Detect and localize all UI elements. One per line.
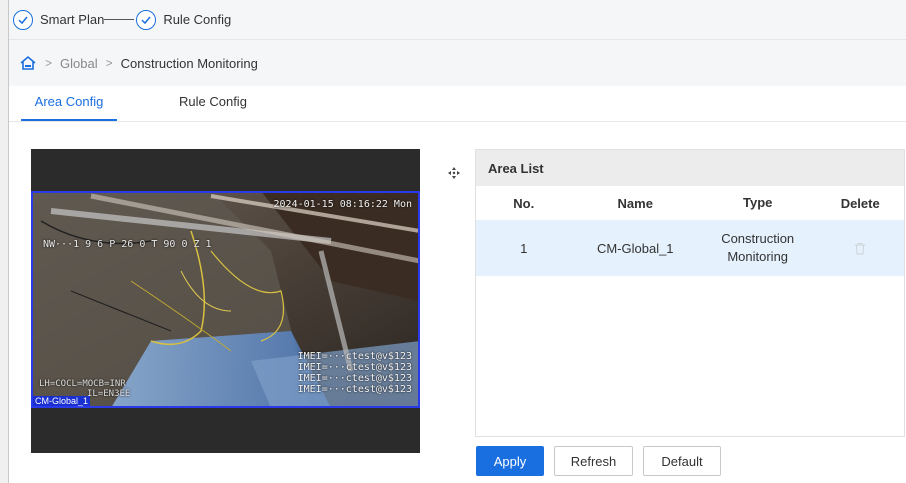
osd-text: IMEI=···ctest@v$123 (297, 362, 412, 373)
table-row[interactable]: 1 CM-Global_1 Construction Monitoring (476, 220, 904, 276)
row-no: 1 (520, 240, 528, 256)
tab-area-config[interactable]: Area Config (21, 92, 117, 121)
row-type-line: Monitoring (727, 249, 789, 264)
tab-rule-config[interactable]: Rule Config (179, 92, 247, 121)
move-icon[interactable] (447, 166, 461, 180)
area-list-panel: Area List No. Name Type Delete 1 CM-Glob… (475, 149, 905, 437)
osd-timestamp: 2024-01-15 08:16:22 Mon (273, 199, 412, 210)
home-icon[interactable] (19, 55, 37, 71)
osd-text: IMEI=···ctest@v$123 (297, 373, 412, 384)
breadcrumb-separator: > (45, 56, 53, 70)
breadcrumb-separator: > (105, 56, 113, 70)
step-label: Rule Config (163, 12, 232, 27)
step-smart-plan[interactable]: Smart Plan (13, 9, 105, 30)
osd-text: IMEI=···ctest@v$123 (297, 351, 412, 362)
default-button[interactable]: Default (643, 446, 721, 476)
step-connector (104, 19, 135, 20)
area-list-title: Area List (476, 150, 904, 186)
check-circle-icon (13, 9, 33, 30)
row-delete[interactable] (816, 242, 904, 255)
app-frame: Smart Plan Rule Config > Global > Constr… (8, 0, 906, 483)
step-rule-config[interactable]: Rule Config (136, 9, 232, 30)
osd-text: IL=EN3EE (87, 389, 131, 399)
column-type: Type (742, 195, 773, 210)
apply-button[interactable]: Apply (476, 446, 544, 476)
osd-text: LH=COCL=MOCB=INR (39, 379, 126, 389)
row-type: Construction Monitoring (699, 230, 816, 266)
column-name: Name (617, 195, 653, 211)
video-preview[interactable]: 2024-01-15 08:16:22 Mon NW···1 9 6 P 26 … (31, 149, 420, 453)
check-circle-icon (136, 9, 157, 30)
area-label: CM-Global_1 (33, 396, 91, 406)
row-name: CM-Global_1 (596, 240, 674, 256)
tab-bar: Area Config Rule Config (9, 86, 906, 122)
table-header: No. Name Type Delete (476, 186, 904, 220)
breadcrumb-current: Construction Monitoring (120, 55, 258, 71)
step-label: Smart Plan (40, 12, 105, 27)
wizard-steps: Smart Plan Rule Config (9, 0, 906, 40)
row-type-line: Construction (721, 231, 795, 246)
osd-text: IMEI=···ctest@v$123 (297, 384, 412, 395)
trash-icon[interactable] (854, 242, 866, 255)
column-delete: Delete (840, 195, 880, 211)
refresh-button[interactable]: Refresh (554, 446, 633, 476)
breadcrumb-global[interactable]: Global (60, 56, 98, 71)
breadcrumb: > Global > Construction Monitoring (9, 40, 906, 86)
camera-image[interactable]: 2024-01-15 08:16:22 Mon NW···1 9 6 P 26 … (31, 191, 420, 408)
osd-position: NW···1 9 6 P 26 0 T 90 0 Z 1 (43, 239, 212, 250)
column-no: No. (513, 195, 535, 211)
